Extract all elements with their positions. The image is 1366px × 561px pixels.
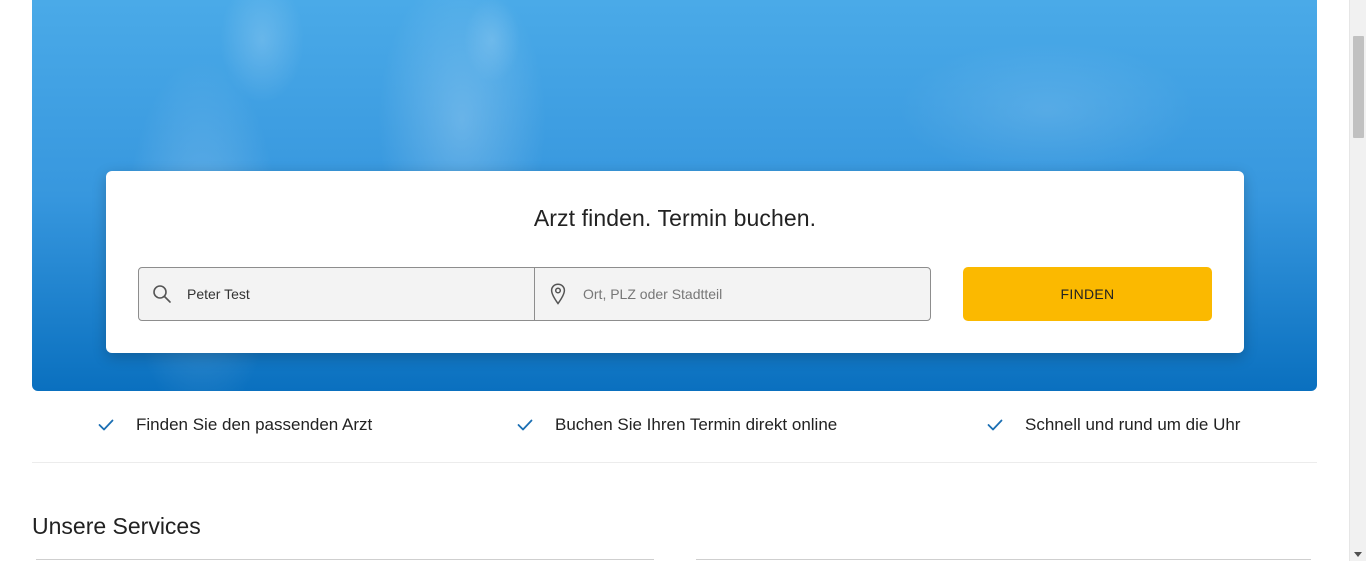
feature-label: Buchen Sie Ihren Termin direkt online [555, 415, 838, 434]
location-search-input[interactable] [583, 286, 883, 302]
feature-item: Schnell und rund um die Uhr [987, 415, 1240, 435]
location-search-field[interactable] [535, 268, 930, 320]
scroll-down-arrow-icon[interactable] [1354, 552, 1362, 557]
search-title: Arzt finden. Termin buchen. [533, 205, 817, 231]
feature-item: Finden Sie den passenden Arzt [98, 415, 372, 435]
vertical-scrollbar[interactable] [1349, 0, 1366, 561]
check-icon [98, 416, 116, 434]
feature-label: Finden Sie den passenden Arzt [136, 415, 373, 434]
feature-label: Schnell und rund um die Uhr [1025, 415, 1241, 434]
doctor-search-field[interactable] [139, 268, 535, 320]
location-pin-icon [547, 283, 569, 305]
features-row: Finden Sie den passenden Arzt Buchen Sie… [32, 391, 1317, 463]
services-section-title: Unsere Services [32, 513, 201, 539]
doctor-search-input[interactable] [187, 286, 487, 302]
find-button[interactable]: FINDEN [963, 267, 1212, 321]
search-icon [151, 283, 173, 305]
scrollbar-thumb[interactable] [1353, 36, 1364, 138]
search-card: Arzt finden. Termin buchen. Peter Test O… [106, 171, 1244, 353]
check-icon [517, 416, 535, 434]
page: Arzt finden. Termin buchen. Peter Test O… [0, 0, 1366, 561]
check-icon [987, 416, 1005, 434]
feature-item: Buchen Sie Ihren Termin direkt online [517, 415, 837, 435]
hero-background-glow [897, 40, 1197, 180]
search-input-group [138, 267, 931, 321]
